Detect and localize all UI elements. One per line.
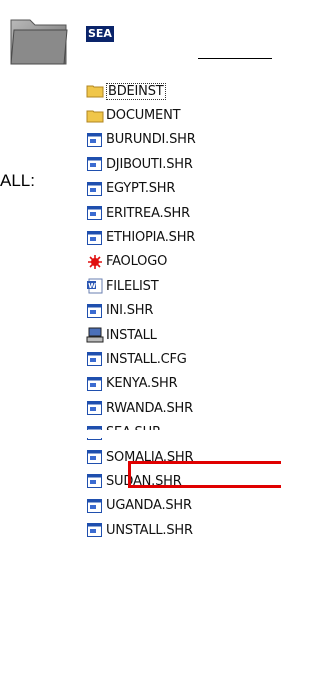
shr-file-icon <box>86 132 104 148</box>
faologo-icon <box>86 254 104 270</box>
file-name: EGYPT.SHR <box>106 181 176 197</box>
file-name: INSTALL <box>106 327 157 343</box>
image-slice-gap <box>86 430 286 438</box>
list-item[interactable]: BURUNDI.SHR <box>86 128 196 152</box>
list-item[interactable]: BDEINST <box>86 79 196 103</box>
shr-file-icon <box>86 351 104 367</box>
shr-file-icon <box>86 205 104 221</box>
tree-connector-line <box>198 58 272 59</box>
large-folder-icon[interactable] <box>8 10 70 68</box>
file-name: UNSTALL.SHR <box>106 522 193 538</box>
shr-file-icon <box>86 156 104 172</box>
file-name: FILELIST <box>106 278 159 294</box>
file-name: DOCUMENT <box>106 108 181 124</box>
list-item[interactable]: DOCUMENT <box>86 103 196 127</box>
list-item[interactable]: UNSTALL.SHR <box>86 518 196 542</box>
file-name: INI.SHR <box>106 303 154 319</box>
highlight-box <box>128 461 281 488</box>
folder-icon <box>86 83 104 99</box>
list-item[interactable]: RWANDA.SHR <box>86 396 196 420</box>
shr-file-icon <box>86 303 104 319</box>
list-item[interactable]: EGYPT.SHR <box>86 177 196 201</box>
word-doc-icon: W <box>86 278 104 294</box>
file-name: KENYA.SHR <box>106 376 178 392</box>
list-item[interactable]: INSTALL.CFG <box>86 347 196 371</box>
side-text: ALL: <box>0 171 35 190</box>
svg-text:W: W <box>88 282 96 290</box>
shr-file-icon <box>86 230 104 246</box>
file-name: FAOLOGO <box>106 254 168 270</box>
file-name: RWANDA.SHR <box>106 400 193 416</box>
list-item[interactable]: W FILELIST <box>86 274 196 298</box>
folder-name-label[interactable]: SEA <box>86 26 114 42</box>
shr-file-icon <box>86 522 104 538</box>
folder-icon <box>86 108 104 124</box>
shr-file-icon <box>86 449 104 465</box>
shr-file-icon <box>86 376 104 392</box>
shr-file-icon <box>86 181 104 197</box>
file-name: INSTALL.CFG <box>106 351 187 367</box>
list-item[interactable]: INSTALL <box>86 323 196 347</box>
file-name: ERITREA.SHR <box>106 205 190 221</box>
file-name: ETHIOPIA.SHR <box>106 230 196 246</box>
list-item[interactable]: FAOLOGO <box>86 250 196 274</box>
list-item[interactable]: KENYA.SHR <box>86 372 196 396</box>
shr-file-icon <box>86 498 104 514</box>
file-name: BURUNDI.SHR <box>106 132 196 148</box>
install-computer-icon <box>86 327 104 343</box>
list-item[interactable]: INI.SHR <box>86 299 196 323</box>
shr-file-icon <box>86 400 104 416</box>
shr-file-icon <box>86 473 104 489</box>
file-name: DJIBOUTI.SHR <box>106 156 193 172</box>
file-name: BDEINST <box>106 82 166 100</box>
list-item[interactable]: UGANDA.SHR <box>86 494 196 518</box>
list-item[interactable]: DJIBOUTI.SHR <box>86 152 196 176</box>
file-name: UGANDA.SHR <box>106 498 192 514</box>
list-item[interactable]: ERITREA.SHR <box>86 201 196 225</box>
list-item[interactable]: ETHIOPIA.SHR <box>86 225 196 249</box>
